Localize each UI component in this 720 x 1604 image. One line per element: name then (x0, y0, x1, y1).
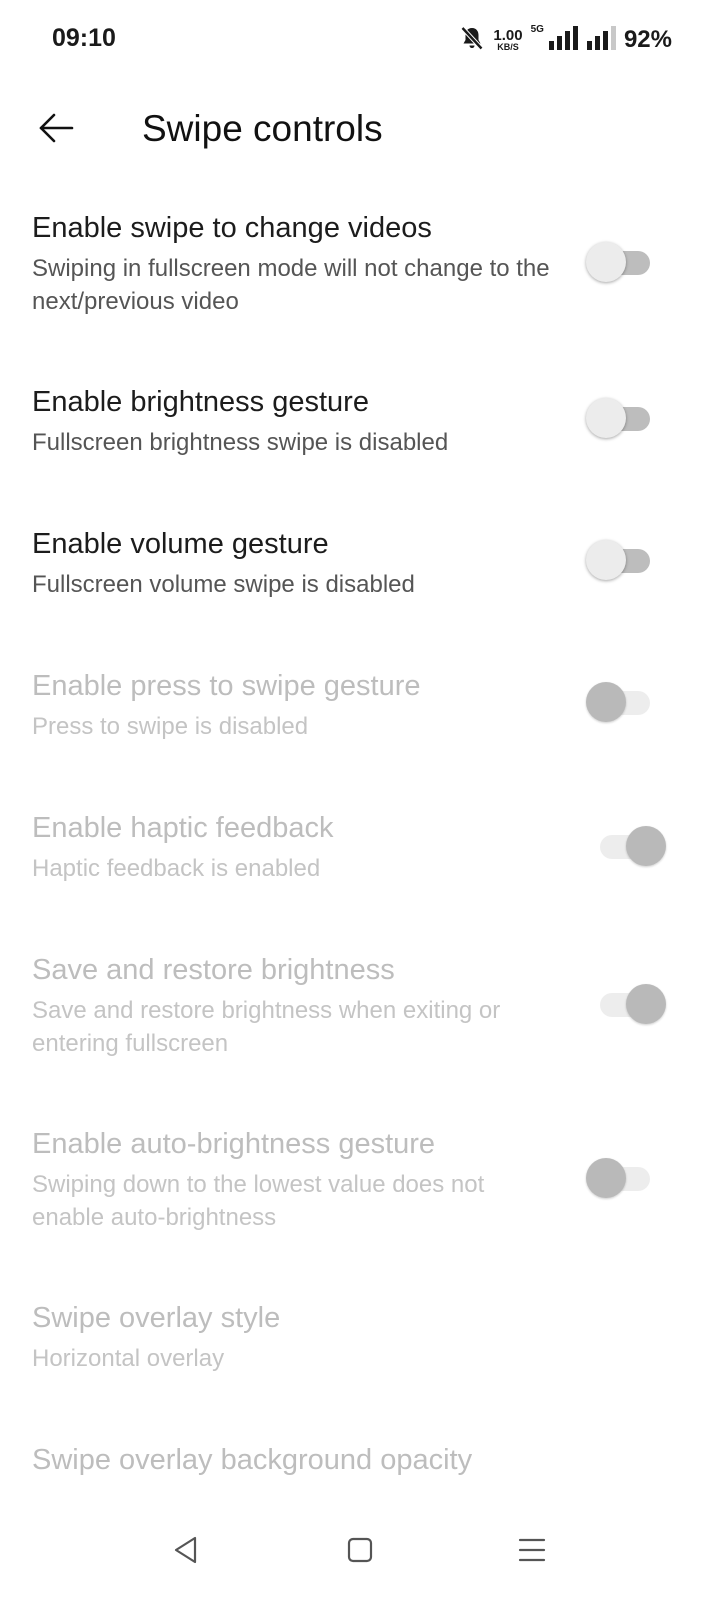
setting-brightness-gesture[interactable]: Enable brightness gesture Fullscreen bri… (0, 372, 720, 482)
nav-recents-button[interactable] (502, 1522, 562, 1582)
setting-save-restore-brightness: Save and restore brightness Save and res… (0, 940, 720, 1080)
back-button[interactable] (26, 100, 86, 160)
nav-recents-icon (517, 1535, 547, 1570)
toggle-knob (586, 540, 626, 580)
setting-description: Fullscreen volume swipe is disabled (32, 571, 415, 598)
battery-level: 92% (623, 26, 672, 53)
toggle-knob (626, 826, 666, 866)
auto-brightness-toggle (586, 1156, 656, 1200)
signal-icon (548, 25, 578, 56)
press-to-swipe-toggle (586, 680, 656, 724)
nav-back-icon (171, 1535, 201, 1570)
page-title: Swipe controls (142, 108, 383, 149)
setting-title: Enable press to swipe gesture (32, 670, 421, 702)
setting-description: Save and restore brightness when exiting… (32, 997, 501, 1057)
setting-auto-brightness: Enable auto-brightness gesture Swiping d… (0, 1114, 720, 1254)
signal-icon-2 (586, 25, 616, 56)
network-type: 5G (530, 24, 544, 35)
nav-back-button[interactable] (156, 1522, 216, 1582)
toggle-knob (586, 682, 626, 722)
setting-description: Swiping down to the lowest value does no… (32, 1171, 485, 1231)
setting-swipe-change-videos[interactable]: Enable swipe to change videos Swiping in… (0, 196, 720, 346)
swipe-change-videos-toggle[interactable] (586, 240, 656, 284)
status-time: 09:10 (52, 24, 116, 52)
network-speed: 1.00 KB/S (493, 28, 522, 52)
setting-overlay-style: Swipe overlay style Horizontal overlay (0, 1288, 720, 1398)
setting-title: Swipe overlay style (32, 1302, 281, 1334)
setting-description: Fullscreen brightness swipe is disabled (32, 429, 449, 456)
status-bar: 09:10 1.00 KB/S 5G 92% (0, 0, 720, 80)
nav-home-button[interactable] (330, 1522, 390, 1582)
setting-title: Swipe overlay background opacity (32, 1444, 473, 1476)
setting-title: Enable auto-brightness gesture (32, 1128, 436, 1160)
toggle-knob (626, 984, 666, 1024)
setting-description: Swiping in fullscreen mode will not chan… (32, 255, 550, 315)
setting-title: Save and restore brightness (32, 954, 395, 986)
setting-title: Enable swipe to change videos (32, 212, 432, 244)
save-restore-brightness-toggle (590, 982, 666, 1026)
nav-home-icon (345, 1535, 375, 1570)
toggle-knob (586, 242, 626, 282)
volume-gesture-toggle[interactable] (586, 538, 656, 582)
setting-overlay-opacity: Swipe overlay background opacity (0, 1430, 720, 1500)
navigation-bar (0, 1500, 720, 1604)
brightness-gesture-toggle[interactable] (586, 396, 656, 440)
setting-haptic-feedback: Enable haptic feedback Haptic feedback i… (0, 798, 720, 908)
setting-title: Enable volume gesture (32, 528, 329, 560)
toggle-knob (586, 1158, 626, 1198)
setting-description: Haptic feedback is enabled (32, 855, 321, 882)
setting-press-to-swipe: Enable press to swipe gesture Press to s… (0, 656, 720, 766)
toggle-knob (586, 398, 626, 438)
setting-title: Enable haptic feedback (32, 812, 334, 844)
network-speed-value: 1.00 (493, 27, 523, 44)
screen: 09:10 1.00 KB/S 5G 92% Swipe controls En… (0, 0, 720, 1604)
mute-bell-icon (459, 25, 485, 56)
setting-description: Press to swipe is disabled (32, 713, 309, 740)
setting-title: Enable brightness gesture (32, 386, 369, 418)
haptic-feedback-toggle (590, 824, 666, 868)
setting-description: Horizontal overlay (32, 1345, 225, 1372)
arrow-left-icon (36, 108, 76, 153)
setting-volume-gesture[interactable]: Enable volume gesture Fullscreen volume … (0, 514, 720, 624)
network-speed-unit: KB/S (497, 42, 519, 52)
app-header: Swipe controls (0, 90, 720, 170)
status-icons: 1.00 KB/S 5G 92% (459, 22, 672, 58)
